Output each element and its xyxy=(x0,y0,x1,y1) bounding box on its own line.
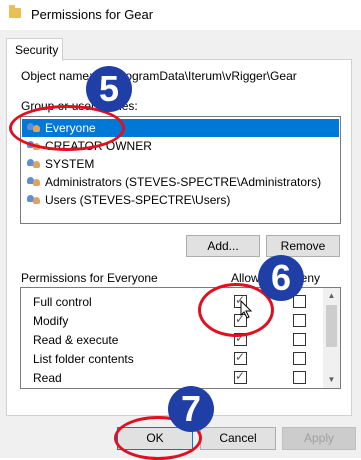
deny-checkbox[interactable] xyxy=(293,371,306,384)
list-item-system[interactable]: SYSTEM xyxy=(22,155,339,173)
deny-checkbox[interactable] xyxy=(293,333,306,346)
permissions-grid: Full control Modify Read & execute List … xyxy=(20,287,341,389)
object-name-label: Object name: xyxy=(21,69,93,83)
list-item-administrators[interactable]: Administrators (STEVES-SPECTRE\Administr… xyxy=(22,173,339,191)
deny-checkbox[interactable] xyxy=(293,314,306,327)
permission-row-read: Read xyxy=(21,369,321,388)
cancel-button[interactable]: Cancel xyxy=(200,427,276,450)
permission-row-modify: Modify xyxy=(21,312,321,331)
apply-button[interactable]: Apply xyxy=(282,427,356,450)
scroll-up-icon[interactable]: ▲ xyxy=(323,288,340,304)
step-6-badge: 6 xyxy=(258,255,304,301)
scroll-thumb[interactable] xyxy=(326,305,337,347)
permission-row-read-execute: Read & execute xyxy=(21,331,321,350)
group-icon xyxy=(27,175,43,188)
list-item-label: Users (STEVES-SPECTRE\Users) xyxy=(45,193,231,207)
permission-name: Read & execute xyxy=(33,333,119,347)
add-button[interactable]: Add... xyxy=(186,235,260,257)
step-7-badge: 7 xyxy=(168,386,214,432)
scroll-down-icon[interactable]: ▼ xyxy=(323,372,340,388)
permission-name: Modify xyxy=(33,314,69,328)
group-icon xyxy=(27,157,43,170)
permission-name: Read xyxy=(33,371,62,385)
permissions-label: Permissions for Everyone xyxy=(21,271,158,285)
remove-button[interactable]: Remove xyxy=(266,235,340,257)
permission-name: Full control xyxy=(33,295,92,309)
window-title: Permissions for Gear xyxy=(31,7,154,22)
step-5-badge: 5 xyxy=(86,66,132,112)
deny-checkbox[interactable] xyxy=(293,352,306,365)
tab-label: Security xyxy=(15,43,59,57)
title-bar: Permissions for Gear xyxy=(0,0,361,30)
list-item-label: SYSTEM xyxy=(45,157,95,171)
allow-checkbox[interactable] xyxy=(234,369,247,384)
allow-checkbox[interactable] xyxy=(234,350,247,365)
mouse-cursor-icon xyxy=(240,300,253,319)
group-icon xyxy=(27,193,43,206)
permissions-scrollbar[interactable]: ▲ ▼ xyxy=(323,288,340,388)
list-item-users[interactable]: Users (STEVES-SPECTRE\Users) xyxy=(22,191,339,209)
tab-security[interactable]: Security xyxy=(6,38,63,61)
folder-icon xyxy=(9,5,21,18)
permission-row-list-folder: List folder contents xyxy=(21,350,321,369)
permission-name: List folder contents xyxy=(33,352,134,366)
deny-checkbox[interactable] xyxy=(293,295,306,308)
list-item-label: Administrators (STEVES-SPECTRE\Administr… xyxy=(45,175,322,189)
